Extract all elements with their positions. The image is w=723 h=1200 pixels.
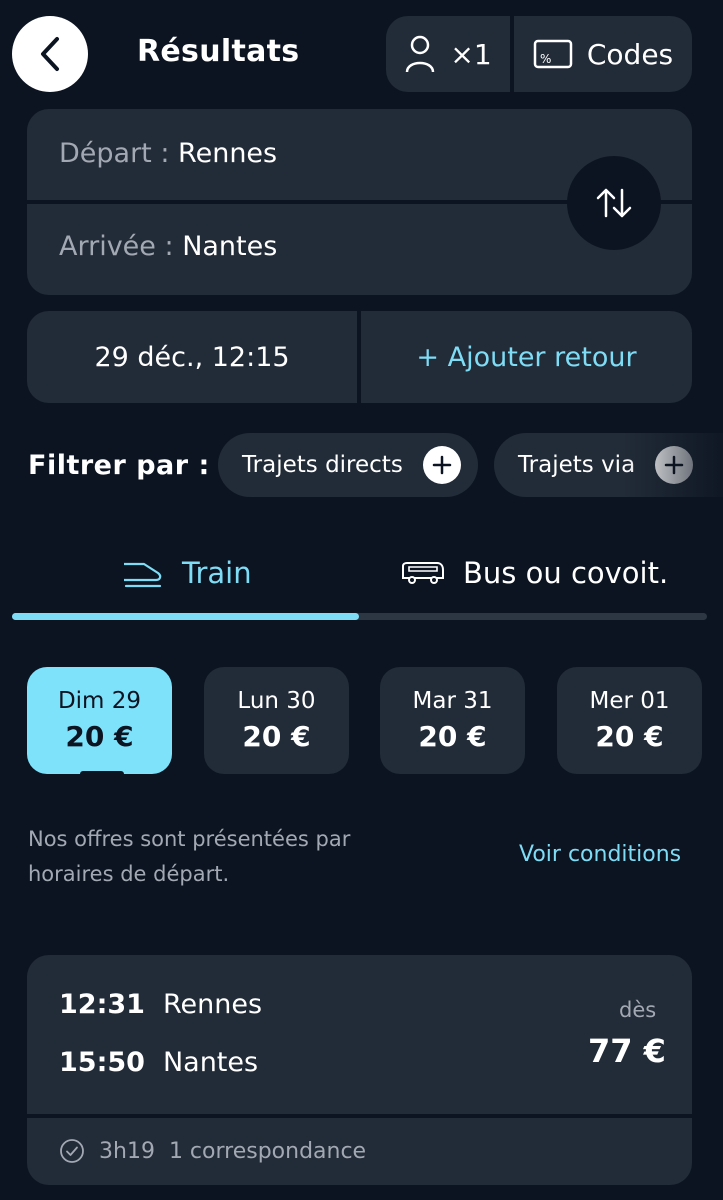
outbound-date: 29 déc., 12:15	[94, 341, 290, 373]
departure-value: Rennes	[178, 138, 278, 169]
person-icon	[406, 35, 435, 73]
arrival-time: 15:50	[59, 1047, 145, 1078]
day-price: 20 €	[65, 720, 134, 753]
codes-button[interactable]: % Codes	[514, 16, 692, 92]
day-label: Mer 01	[589, 688, 670, 714]
journey-footer: 3h19 1 correspondance	[59, 1138, 366, 1164]
price-from-label: dès	[619, 998, 657, 1022]
journey-price: 77 €	[588, 1032, 666, 1070]
codes-label: Codes	[586, 37, 674, 71]
clock-check-icon	[60, 1139, 84, 1163]
day-card[interactable]: Mer 01 20 €	[557, 667, 702, 774]
filter-chip-label: Trajets directs	[242, 452, 403, 478]
scroll-fade	[623, 425, 723, 505]
offers-info-text: Nos offres sont présentées par horaires …	[28, 827, 351, 886]
discount-card-icon: %	[533, 39, 573, 69]
journey-duration: 3h19	[99, 1138, 155, 1164]
day-price: 20 €	[242, 720, 311, 753]
filter-chip-direct[interactable]: Trajets directs	[218, 433, 478, 497]
header-actions: ×1 % Codes	[386, 16, 692, 92]
day-card[interactable]: Mar 31 20 €	[380, 667, 525, 774]
journey-connections: 1 correspondance	[168, 1138, 367, 1164]
arrival-field[interactable]: Arrivée : Nantes	[59, 231, 277, 262]
chevron-left-icon	[41, 37, 59, 71]
arrival-row: 15:50 Nantes	[59, 1047, 258, 1078]
departure-field[interactable]: Départ : Rennes	[59, 138, 277, 169]
train-icon	[124, 562, 162, 588]
bus-icon	[402, 562, 444, 584]
passenger-count: ×1	[450, 37, 492, 71]
swap-button[interactable]	[567, 156, 661, 250]
day-card[interactable]: Dim 29 20 €	[27, 667, 172, 774]
arrival-label: Arrivée :	[59, 231, 174, 262]
departure-row: 12:31 Rennes	[59, 989, 262, 1020]
tab-bus-label: Bus ou covoit.	[463, 556, 669, 590]
departure-time: 12:31	[59, 989, 145, 1020]
outbound-date-button[interactable]: 29 déc., 12:15	[27, 311, 357, 403]
svg-text:%: %	[540, 52, 551, 66]
add-return-label: + Ajouter retour	[416, 341, 637, 373]
day-price: 20 €	[418, 720, 487, 753]
day-price: 20 €	[595, 720, 664, 753]
tab-train[interactable]: Train	[122, 548, 252, 598]
page-title: Résultats	[137, 34, 300, 69]
tab-indicator	[12, 613, 359, 620]
day-card[interactable]: Lun 30 20 €	[204, 667, 349, 774]
arrival-value: Nantes	[182, 231, 278, 262]
back-button[interactable]	[12, 16, 88, 92]
passengers-button[interactable]: ×1	[386, 16, 510, 92]
plus-icon	[422, 446, 461, 484]
tab-train-label: Train	[182, 556, 252, 590]
arrival-city: Nantes	[162, 1047, 259, 1078]
tab-bus[interactable]: Bus ou covoit.	[401, 548, 668, 598]
filter-label: Filtrer par :	[28, 450, 210, 481]
journey-divider	[27, 1114, 692, 1118]
departure-city: Rennes	[162, 989, 263, 1020]
active-day-notch	[80, 771, 124, 777]
swap-vertical-icon	[596, 188, 632, 218]
day-label: Lun 30	[237, 688, 316, 714]
conditions-link[interactable]: Voir conditions	[519, 842, 681, 867]
day-label: Dim 29	[57, 688, 142, 714]
departure-label: Départ :	[59, 138, 170, 169]
add-return-button[interactable]: + Ajouter retour	[361, 311, 692, 403]
filter-chip-label: Trajets via	[518, 452, 636, 478]
day-label: Mar 31	[412, 688, 493, 714]
